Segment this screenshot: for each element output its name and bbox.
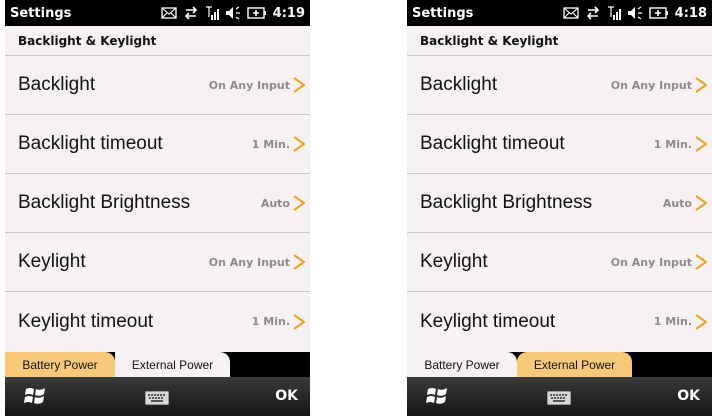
setting-keylight[interactable]: Keylight On Any Input bbox=[5, 233, 310, 292]
ok-button[interactable]: OK bbox=[677, 388, 700, 404]
setting-value: On Any Input bbox=[610, 78, 692, 92]
tab-battery-power[interactable]: Battery Power bbox=[5, 352, 115, 377]
chevron-right-icon bbox=[694, 136, 708, 152]
setting-backlight[interactable]: Backlight On Any Input bbox=[5, 56, 310, 115]
setting-value: Auto bbox=[662, 196, 692, 210]
setting-label: Keylight timeout bbox=[420, 310, 556, 332]
setting-backlight[interactable]: Backlight On Any Input bbox=[407, 56, 712, 115]
volume-icon bbox=[225, 6, 241, 20]
setting-label: Backlight Brightness bbox=[18, 192, 191, 213]
ok-button[interactable]: OK bbox=[275, 388, 298, 404]
status-bar: Settings 4:18 bbox=[407, 0, 712, 26]
setting-value: On Any Input bbox=[610, 255, 692, 269]
power-tabs: Battery Power External Power bbox=[407, 352, 712, 377]
soft-key-bar: OK bbox=[407, 377, 712, 416]
setting-value: On Any Input bbox=[208, 255, 290, 269]
setting-label: Backlight Brightness bbox=[420, 192, 593, 213]
signal-icon bbox=[607, 5, 621, 21]
volume-icon bbox=[627, 6, 643, 20]
chevron-right-icon bbox=[694, 254, 708, 270]
soft-key-bar: OK bbox=[5, 377, 310, 416]
setting-value: 1 Min. bbox=[251, 315, 290, 328]
app-title: Settings bbox=[10, 5, 72, 21]
windows-start-icon[interactable] bbox=[426, 386, 448, 410]
windows-start-icon[interactable] bbox=[24, 386, 46, 410]
data-sync-icon bbox=[585, 6, 601, 20]
page-title: Backlight & Keylight bbox=[5, 26, 310, 56]
setting-keylight[interactable]: Keylight On Any Input bbox=[407, 233, 712, 292]
setting-label: Keylight bbox=[420, 251, 488, 272]
battery-charging-icon bbox=[648, 7, 669, 19]
setting-keylight-timeout[interactable]: Keylight timeout 1 Min. bbox=[5, 292, 310, 351]
app-title: Settings bbox=[412, 5, 474, 21]
clock: 4:18 bbox=[674, 5, 707, 21]
signal-icon bbox=[205, 5, 219, 21]
setting-backlight-brightness[interactable]: Backlight Brightness Auto bbox=[407, 174, 712, 233]
chevron-right-icon bbox=[694, 195, 708, 211]
setting-label: Backlight bbox=[18, 74, 96, 95]
setting-value: Auto bbox=[260, 196, 290, 210]
email-icon bbox=[161, 7, 177, 19]
chevron-right-icon bbox=[292, 314, 306, 330]
chevron-right-icon bbox=[694, 314, 708, 330]
settings-list: Backlight On Any Input Backlight timeout… bbox=[407, 56, 712, 351]
device-screen-external: Settings 4:18 Backlight & Keylight Backl… bbox=[407, 0, 712, 416]
email-icon bbox=[563, 7, 579, 19]
chevron-right-icon bbox=[292, 77, 306, 93]
setting-value: On Any Input bbox=[208, 78, 290, 92]
chevron-right-icon bbox=[292, 195, 306, 211]
setting-value: 1 Min. bbox=[653, 315, 692, 328]
page-title: Backlight & Keylight bbox=[407, 26, 712, 56]
setting-backlight-brightness[interactable]: Backlight Brightness Auto bbox=[5, 174, 310, 233]
keyboard-icon[interactable] bbox=[145, 390, 169, 409]
setting-label: Backlight timeout bbox=[420, 133, 565, 154]
setting-value: 1 Min. bbox=[653, 137, 692, 151]
setting-label: Keylight bbox=[18, 251, 86, 272]
tab-battery-power[interactable]: Battery Power bbox=[407, 352, 517, 377]
setting-backlight-timeout[interactable]: Backlight timeout 1 Min. bbox=[407, 115, 712, 174]
setting-label: Backlight timeout bbox=[18, 133, 163, 154]
setting-label: Backlight bbox=[420, 74, 498, 95]
data-sync-icon bbox=[183, 6, 199, 20]
clock: 4:19 bbox=[272, 5, 305, 21]
chevron-right-icon bbox=[292, 136, 306, 152]
status-bar: Settings 4:19 bbox=[5, 0, 310, 26]
tab-external-power[interactable]: External Power bbox=[517, 352, 632, 377]
power-tabs: External Power Battery Power bbox=[5, 352, 310, 377]
setting-backlight-timeout[interactable]: Backlight timeout 1 Min. bbox=[5, 115, 310, 174]
device-screen-battery: Settings 4:19 Backlight & Keylight Backl… bbox=[5, 0, 310, 416]
chevron-right-icon bbox=[292, 254, 306, 270]
setting-label: Keylight timeout bbox=[18, 310, 154, 332]
setting-keylight-timeout[interactable]: Keylight timeout 1 Min. bbox=[407, 292, 712, 351]
tab-external-power[interactable]: External Power bbox=[115, 352, 230, 377]
settings-list: Backlight On Any Input Backlight timeout… bbox=[5, 56, 310, 351]
battery-charging-icon bbox=[246, 7, 267, 19]
keyboard-icon[interactable] bbox=[547, 390, 571, 409]
setting-value: 1 Min. bbox=[251, 137, 290, 151]
chevron-right-icon bbox=[694, 77, 708, 93]
